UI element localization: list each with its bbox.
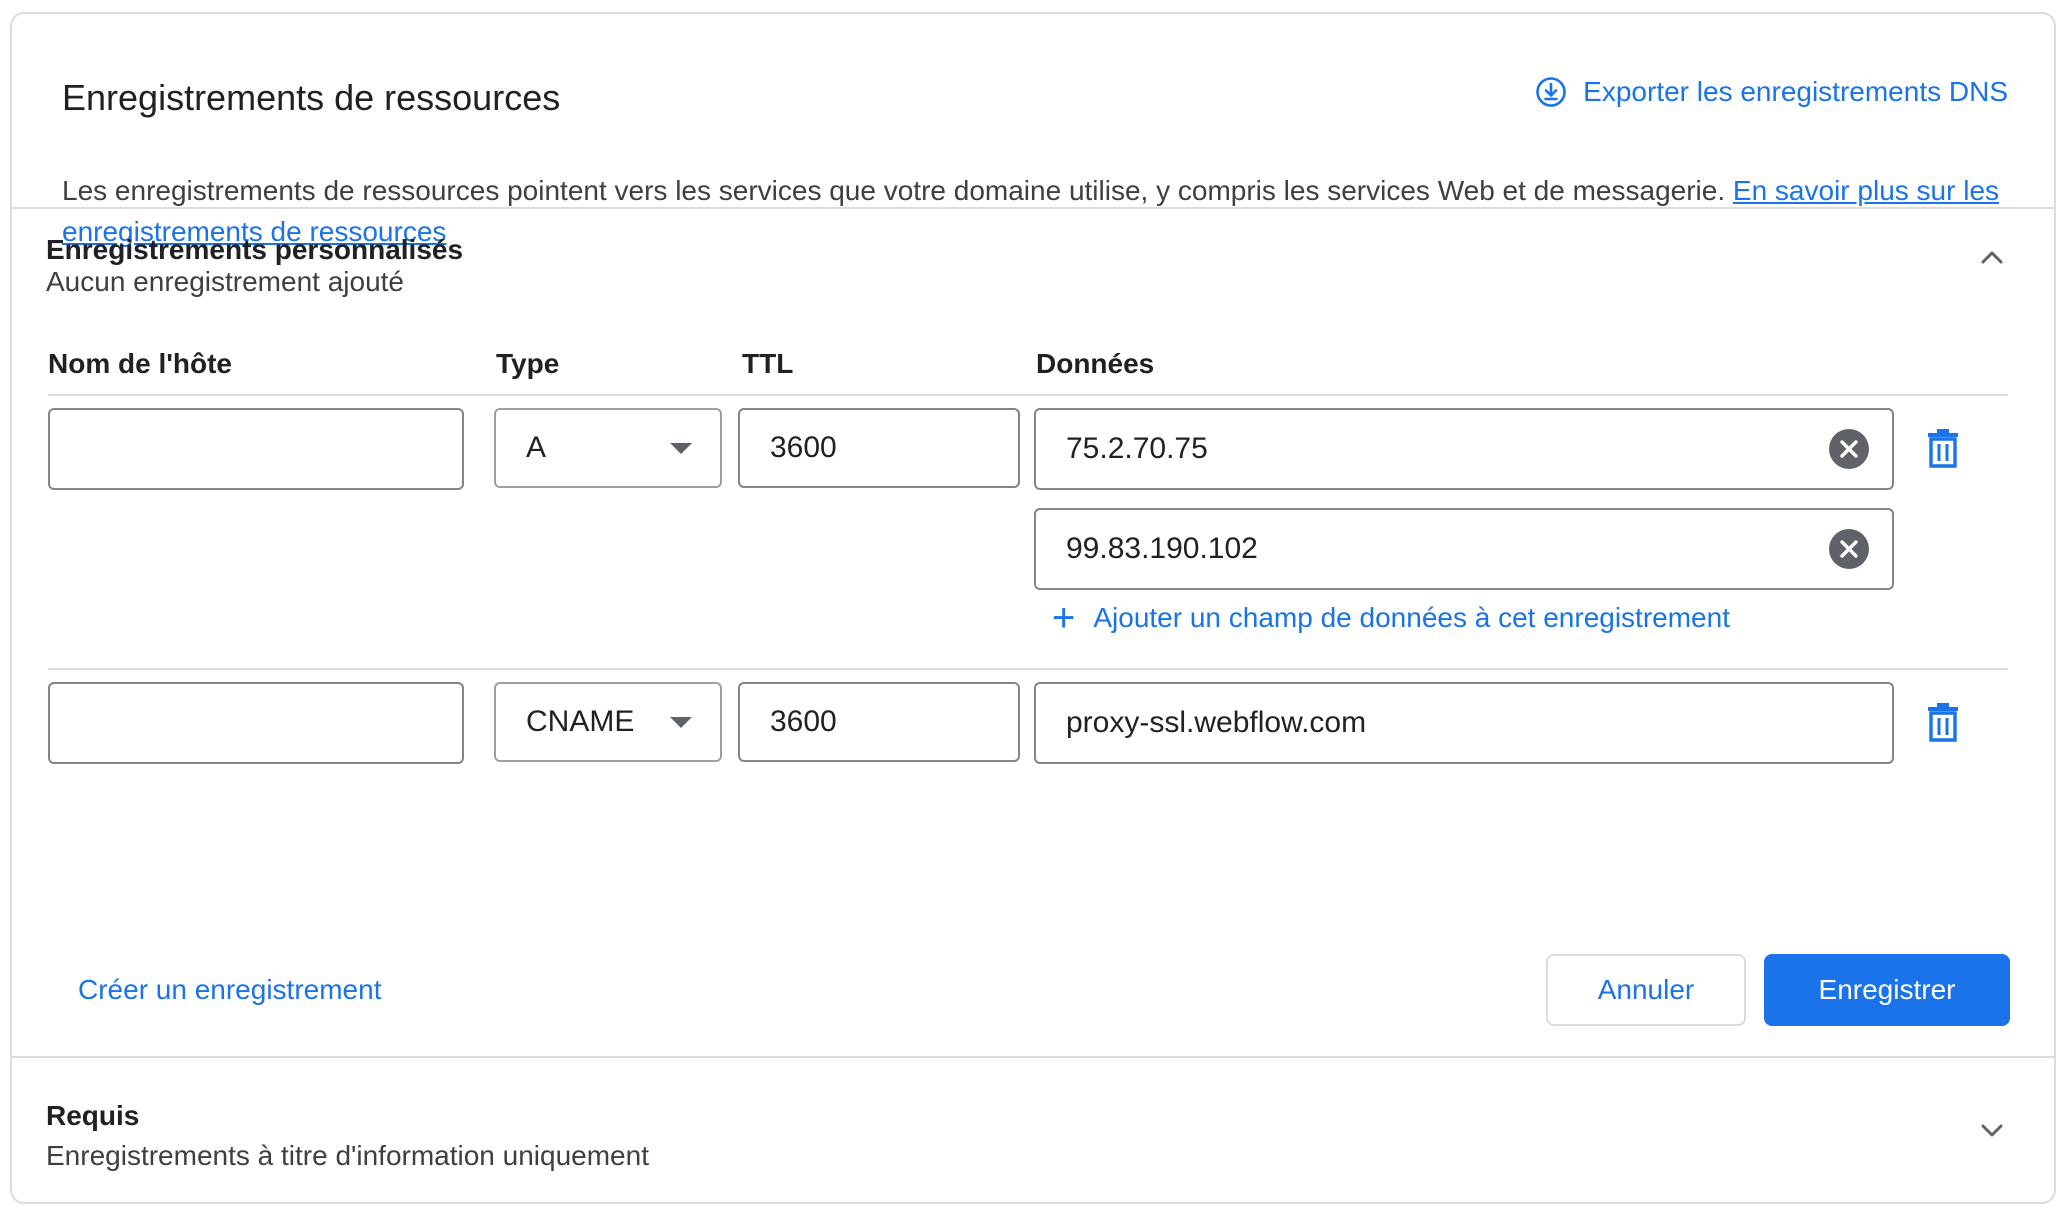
column-header-host: Nom de l'hôte	[48, 348, 232, 379]
plus-icon: +	[1052, 596, 1076, 640]
export-dns-label: Exporter les enregistrements DNS	[1583, 76, 2008, 107]
save-button[interactable]: Enregistrer	[1764, 954, 2010, 1026]
create-record-button[interactable]: Créer un enregistrement	[78, 974, 381, 1006]
data-input[interactable]: 99.83.190.102	[1034, 508, 1894, 590]
column-header-data: Données	[1036, 348, 1155, 379]
cancel-circle-icon[interactable]	[1828, 428, 1870, 470]
page-title: Enregistrements de ressources	[62, 77, 561, 118]
cancel-button[interactable]: Annuler	[1546, 954, 1746, 1026]
data-input[interactable]: proxy-ssl.webflow.com	[1034, 682, 1894, 764]
trash-icon[interactable]	[1926, 702, 1960, 742]
dropdown-arrow-icon	[670, 443, 692, 454]
chevron-up-icon[interactable]	[1976, 242, 2008, 274]
chevron-down-icon[interactable]	[1976, 1114, 2008, 1146]
data-value: 99.83.190.102	[1066, 532, 1258, 565]
host-name-input[interactable]	[48, 682, 464, 764]
divider	[12, 207, 2054, 209]
add-data-field-button[interactable]: + Ajouter un champ de données à cet enre…	[1052, 596, 1730, 640]
divider	[12, 1056, 2054, 1058]
record-type-value: CNAME	[526, 705, 635, 738]
trash-icon[interactable]	[1926, 428, 1960, 468]
ttl-input[interactable]: 3600	[738, 682, 1020, 762]
column-header-type: Type	[496, 348, 560, 379]
row-divider	[48, 668, 2008, 670]
description-text: Les enregistrements de ressources pointe…	[62, 175, 1733, 206]
header-divider	[48, 394, 2008, 396]
required-records-title: Requis	[46, 1100, 140, 1131]
cancel-circle-icon[interactable]	[1828, 528, 1870, 570]
required-records-subtitle: Enregistrements à titre d'information un…	[46, 1140, 649, 1171]
custom-records-title: Enregistrements personnalisés	[46, 234, 464, 265]
ttl-input[interactable]: 3600	[738, 408, 1020, 488]
dropdown-arrow-icon	[670, 717, 692, 728]
download-circle-icon	[1536, 77, 1566, 107]
data-input[interactable]: 75.2.70.75	[1034, 408, 1894, 490]
data-value: 75.2.70.75	[1066, 432, 1208, 465]
add-data-field-label: Ajouter un champ de données à cet enregi…	[1093, 602, 1730, 633]
column-header-ttl: TTL	[742, 348, 794, 379]
record-type-select[interactable]: A	[494, 408, 722, 488]
host-name-input[interactable]	[48, 408, 464, 490]
resource-records-card: Enregistrements de ressources Exporter l…	[10, 12, 2056, 1204]
record-type-select[interactable]: CNAME	[494, 682, 722, 762]
export-dns-button[interactable]: Exporter les enregistrements DNS	[1535, 76, 2008, 108]
record-type-value: A	[526, 431, 547, 464]
custom-records-subtitle: Aucun enregistrement ajouté	[46, 266, 404, 297]
